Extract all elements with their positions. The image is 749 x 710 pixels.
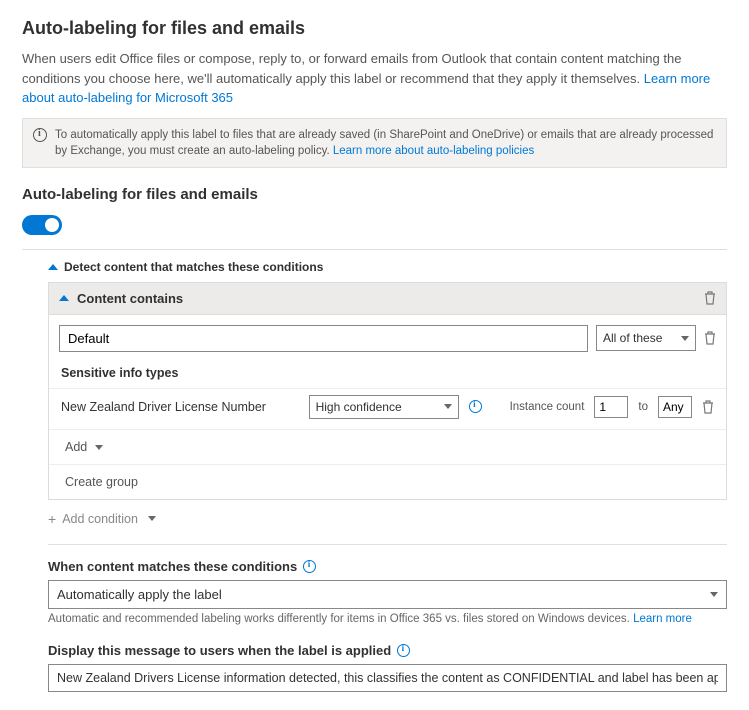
info-icon[interactable] [397,644,410,657]
chevron-down-icon [681,336,689,341]
match-action-select[interactable]: Automatically apply the label [48,580,727,609]
add-label: Add [65,440,87,454]
chevron-down-icon [148,516,156,521]
add-condition-label: Add condition [62,512,138,526]
plus-icon: + [48,512,56,526]
create-group-button[interactable]: Create group [49,464,726,499]
auto-labeling-toggle[interactable] [22,215,62,235]
to-label: to [638,401,648,413]
delete-group-button[interactable] [704,331,716,345]
user-message-input[interactable] [48,664,727,692]
infobar-link[interactable]: Learn more about auto-labeling policies [333,145,534,157]
instance-from-input[interactable] [594,396,628,418]
add-sit-button[interactable]: Add [49,429,726,464]
match-action-helper: Automatic and recommended labeling works… [48,613,727,625]
instance-count-label: Instance count [510,401,585,413]
chevron-up-icon [48,264,58,270]
confidence-value: High confidence [316,400,402,414]
intro-text: When users edit Office files or compose,… [22,51,681,86]
toggle-section-title: Auto-labeling for files and emails [22,186,727,203]
intro-paragraph: When users edit Office files or compose,… [22,49,727,108]
content-contains-block: Content contains All of these Sensitive … [48,282,727,500]
add-condition-button[interactable]: + Add condition [48,500,727,538]
chevron-up-icon [59,295,69,301]
content-contains-label: Content contains [77,291,183,306]
info-bar: To automatically apply this label to fil… [22,118,727,168]
user-message-label: Display this message to users when the l… [48,643,391,658]
chevron-down-icon [95,445,103,450]
sit-name: New Zealand Driver License Number [61,400,299,414]
instance-to-input[interactable] [658,396,692,418]
chevron-down-icon [444,404,452,409]
helper-learn-more-link[interactable]: Learn more [633,613,692,625]
match-action-value: Automatically apply the label [57,587,222,602]
page-title: Auto-labeling for files and emails [22,18,727,39]
info-icon[interactable] [303,560,316,573]
group-name-input[interactable] [59,325,588,352]
match-action-label: When content matches these conditions [48,559,297,574]
delete-sit-button[interactable] [702,400,714,414]
sit-row: New Zealand Driver License Number High c… [49,388,726,429]
sit-heading: Sensitive info types [49,362,726,388]
info-icon[interactable] [469,400,482,413]
match-mode-value: All of these [603,331,662,345]
chevron-down-icon [710,592,718,597]
detect-conditions-label: Detect content that matches these condit… [64,260,323,274]
detect-conditions-expander[interactable]: Detect content that matches these condit… [48,250,727,282]
delete-condition-button[interactable] [704,291,716,305]
confidence-select[interactable]: High confidence [309,395,459,419]
match-mode-select[interactable]: All of these [596,325,696,351]
info-icon [33,128,47,142]
